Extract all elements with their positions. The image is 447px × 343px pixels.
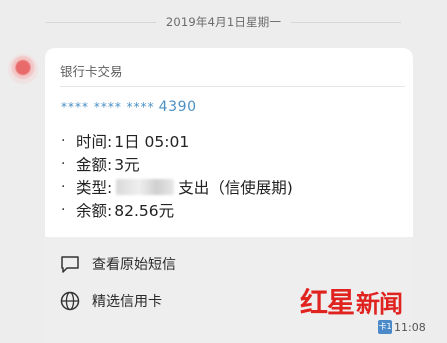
detail-label: 时间:	[76, 132, 113, 151]
date-divider: 2019年4月1日星期一	[0, 12, 447, 32]
action-label: 查看原始短信	[92, 256, 176, 273]
detail-row-type: · 类型: 支出（信使展期)	[61, 175, 413, 198]
message-icon	[58, 252, 82, 276]
detail-row-balance: · 余额: 82.56元	[61, 198, 413, 221]
bullet-icon: ·	[61, 178, 66, 195]
divider-line-right	[291, 21, 402, 23]
divider-line-left	[45, 21, 156, 23]
sender-avatar[interactable]	[8, 54, 38, 84]
redacted-text	[116, 178, 175, 195]
detail-row-amount: · 金额: 3元	[61, 152, 413, 175]
watermark-logo: 红星 新闻	[300, 278, 403, 324]
transaction-details: · 时间: 1日 05:01 · 金额: 3元 · 类型: 支出（信使展期) ·…	[45, 125, 413, 221]
account-number: **** **** **** 4390	[45, 87, 413, 125]
bullet-icon: ·	[61, 155, 66, 172]
watermark-rest: 新闻	[356, 288, 403, 318]
date-label: 2019年4月1日星期一	[165, 15, 282, 29]
detail-value: 1日 05:01	[114, 132, 190, 151]
detail-label: 金额:	[76, 155, 113, 174]
message-timestamp: 卡1 11:08	[378, 319, 426, 335]
bullet-icon: ·	[61, 132, 66, 149]
detail-label: 类型:	[76, 178, 113, 197]
account-masked: **** **** ****	[61, 100, 155, 114]
account-last4: 4390	[158, 99, 197, 115]
detail-value: 82.56元	[114, 201, 175, 220]
bullet-icon: ·	[61, 201, 66, 218]
detail-row-time: · 时间: 1日 05:01	[61, 129, 413, 152]
watermark-brand: 红星	[300, 286, 355, 319]
detail-label: 余额:	[76, 201, 113, 220]
timestamp-text: 11:08	[394, 320, 426, 334]
card-header: 银行卡交易	[60, 64, 123, 79]
action-label: 精选信用卡	[92, 293, 162, 310]
sms-screen: 2019年4月1日星期一 银行卡交易 **** **** **** 4390 · …	[0, 0, 447, 343]
detail-value: 支出（信使展期)	[178, 178, 293, 197]
detail-value: 3元	[114, 155, 140, 174]
globe-icon	[58, 289, 82, 313]
view-original-sms-button[interactable]: 查看原始短信	[45, 245, 413, 282]
sim-badge: 卡1	[378, 320, 392, 334]
